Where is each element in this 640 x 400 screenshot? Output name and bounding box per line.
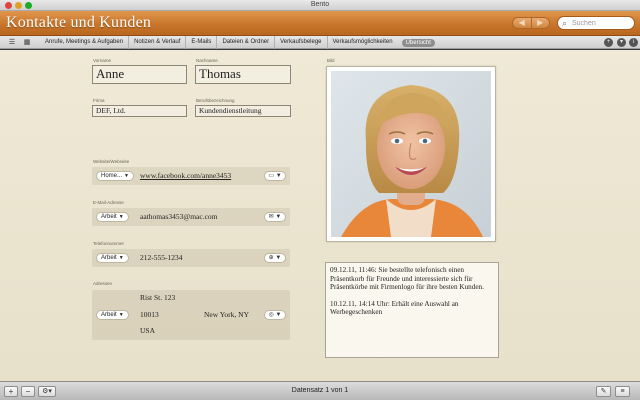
add-tab-icon[interactable]: + bbox=[604, 38, 613, 47]
photo-field[interactable] bbox=[326, 66, 496, 242]
jobtitle-label: Berufsbezeichnung bbox=[196, 98, 235, 103]
globe-icon: ◎ bbox=[268, 312, 274, 318]
note-entry: 10.12.11, 14:14 Uhr: Erhält eine Auswahl… bbox=[330, 299, 459, 317]
jobtitle-field[interactable]: Kundendienstleitung bbox=[195, 105, 291, 117]
photo-label: Bild bbox=[327, 58, 335, 63]
portrait-image bbox=[331, 71, 491, 237]
library-title: Kontakte und Kunden bbox=[6, 14, 152, 31]
address-label: Adressen bbox=[93, 281, 113, 286]
phone-row: Arbeit ▼ 212-555-1234 ⊕ ▼ bbox=[92, 249, 290, 267]
phone-label: Telefonnummer bbox=[93, 241, 125, 246]
email-type-value: Arbeit bbox=[101, 214, 117, 220]
browser-icon: ▭ bbox=[268, 173, 275, 179]
address-zip[interactable]: 10013 bbox=[140, 310, 159, 319]
contact-photo bbox=[331, 71, 491, 237]
search-field[interactable]: ⌕ bbox=[557, 16, 635, 30]
company-field[interactable]: DEF, Ltd. bbox=[92, 105, 187, 117]
chevron-down-icon: ▼ bbox=[275, 312, 282, 318]
tab-sales-opportunities[interactable]: Verkaufsmöglichkeiten bbox=[326, 36, 398, 49]
address-type-value: Arbeit bbox=[101, 312, 117, 318]
send-email-button[interactable]: ✉ ▼ bbox=[264, 212, 286, 222]
tab-emails[interactable]: E-Mails bbox=[185, 36, 216, 49]
form-canvas: Vorname Anne Nachname Thomas Firma DEF, … bbox=[0, 50, 640, 381]
email-type-select[interactable]: Arbeit ▼ bbox=[96, 212, 129, 222]
pencil-icon: ✎ bbox=[600, 388, 607, 395]
address-street[interactable]: Rist St. 123 bbox=[140, 293, 175, 302]
tab-files-folders[interactable]: Dateien & Ordner bbox=[216, 36, 274, 49]
open-website-button[interactable]: ▭ ▼ bbox=[264, 171, 286, 181]
firstname-field[interactable]: Anne bbox=[92, 65, 187, 84]
note-entry: 09.12.11, 11:46: Sie bestellte telefonis… bbox=[330, 266, 484, 292]
email-label: E-Mail-Adresse bbox=[93, 200, 124, 205]
window-title: Bento bbox=[310, 1, 330, 8]
phone-type-value: Arbeit bbox=[101, 255, 117, 261]
address-city[interactable]: New York, NY bbox=[204, 310, 249, 319]
chevron-down-icon: ▼ bbox=[118, 255, 124, 261]
address-type-select[interactable]: Arbeit ▼ bbox=[96, 310, 129, 320]
phone-type-select[interactable]: Arbeit ▼ bbox=[96, 253, 129, 263]
record-status: Datensatz 1 von 1 bbox=[291, 387, 349, 394]
magnifier-icon: ⊕ bbox=[268, 255, 274, 261]
search-input[interactable] bbox=[572, 17, 632, 29]
website-type-value: Home... bbox=[101, 173, 123, 179]
lastname-field[interactable]: Thomas bbox=[195, 65, 291, 84]
info-icon[interactable]: i bbox=[629, 38, 638, 47]
company-label: Firma bbox=[93, 98, 105, 103]
table-view-icon[interactable]: ☰ bbox=[6, 38, 18, 47]
field-list-button[interactable]: ≡ bbox=[615, 386, 630, 397]
form-view-icon[interactable]: ▦ bbox=[21, 38, 33, 47]
website-row: Home... ▼ www.facebook.com/anne3453 ▭ ▼ bbox=[92, 167, 290, 185]
chevron-down-icon: ▼ bbox=[118, 312, 124, 318]
chevron-down-icon: ▼ bbox=[275, 214, 282, 220]
chevron-down-icon: ▼ bbox=[124, 173, 129, 179]
lastname-label: Nachname bbox=[196, 58, 218, 63]
tab-bar: ☰ ▦ Anrufe, Meetings & Aufgaben Notizen … bbox=[0, 36, 640, 49]
tab-overview[interactable]: Übersicht bbox=[401, 38, 435, 47]
phone-field[interactable]: 212-555-1234 bbox=[140, 252, 183, 264]
window-titlebar: Bento bbox=[0, 0, 640, 11]
website-type-select[interactable]: Home... ▼ bbox=[96, 171, 134, 181]
notes-field[interactable]: 09.12.11, 11:46: Sie bestellte telefonis… bbox=[325, 262, 499, 358]
envelope-icon: ✉ bbox=[268, 214, 274, 220]
tab-calls-meetings-tasks[interactable]: Anrufe, Meetings & Aufgaben bbox=[40, 36, 128, 49]
chevron-down-icon: ▼ bbox=[118, 214, 124, 220]
address-country[interactable]: USA bbox=[140, 326, 155, 335]
website-link[interactable]: www.facebook.com/anne3453 bbox=[140, 170, 231, 182]
tab-notes-history[interactable]: Notizen & Verlauf bbox=[128, 36, 185, 49]
tab-sales-receipts[interactable]: Verkaufsbelege bbox=[274, 36, 326, 49]
firstname-label: Vorname bbox=[93, 58, 112, 63]
website-label: Website/Webseite bbox=[93, 159, 130, 164]
email-field[interactable]: aathomas3453@mac.com bbox=[140, 211, 218, 223]
next-record-button[interactable]: ▶ bbox=[530, 18, 550, 28]
form-tabs: Anrufe, Meetings & Aufgaben Notizen & Ve… bbox=[40, 36, 435, 49]
previous-record-button[interactable]: ◀ bbox=[513, 18, 531, 28]
app-header: Kontakte und Kunden ◀ ▶ ⌕ bbox=[0, 11, 640, 36]
list-icon: ≡ bbox=[620, 388, 625, 395]
email-row: Arbeit ▼ aathomas3453@mac.com ✉ ▼ bbox=[92, 208, 290, 226]
address-row: Arbeit ▼ Rist St. 123 10013 New York, NY … bbox=[92, 290, 290, 340]
map-address-button[interactable]: ◎ ▼ bbox=[264, 310, 286, 320]
edit-layout-button[interactable]: ✎ bbox=[596, 386, 611, 397]
record-navigation: ◀ ▶ bbox=[512, 17, 550, 29]
chevron-down-icon: ▼ bbox=[275, 255, 282, 261]
chevron-down-icon: ▼ bbox=[275, 173, 282, 179]
phone-action-button[interactable]: ⊕ ▼ bbox=[264, 253, 286, 263]
bottom-toolbar: + − ⚙▾ Datensatz 1 von 1 ✎ ≡ bbox=[0, 381, 640, 400]
search-icon: ⌕ bbox=[562, 18, 568, 28]
tab-options-icon[interactable]: ▾ bbox=[617, 38, 626, 47]
